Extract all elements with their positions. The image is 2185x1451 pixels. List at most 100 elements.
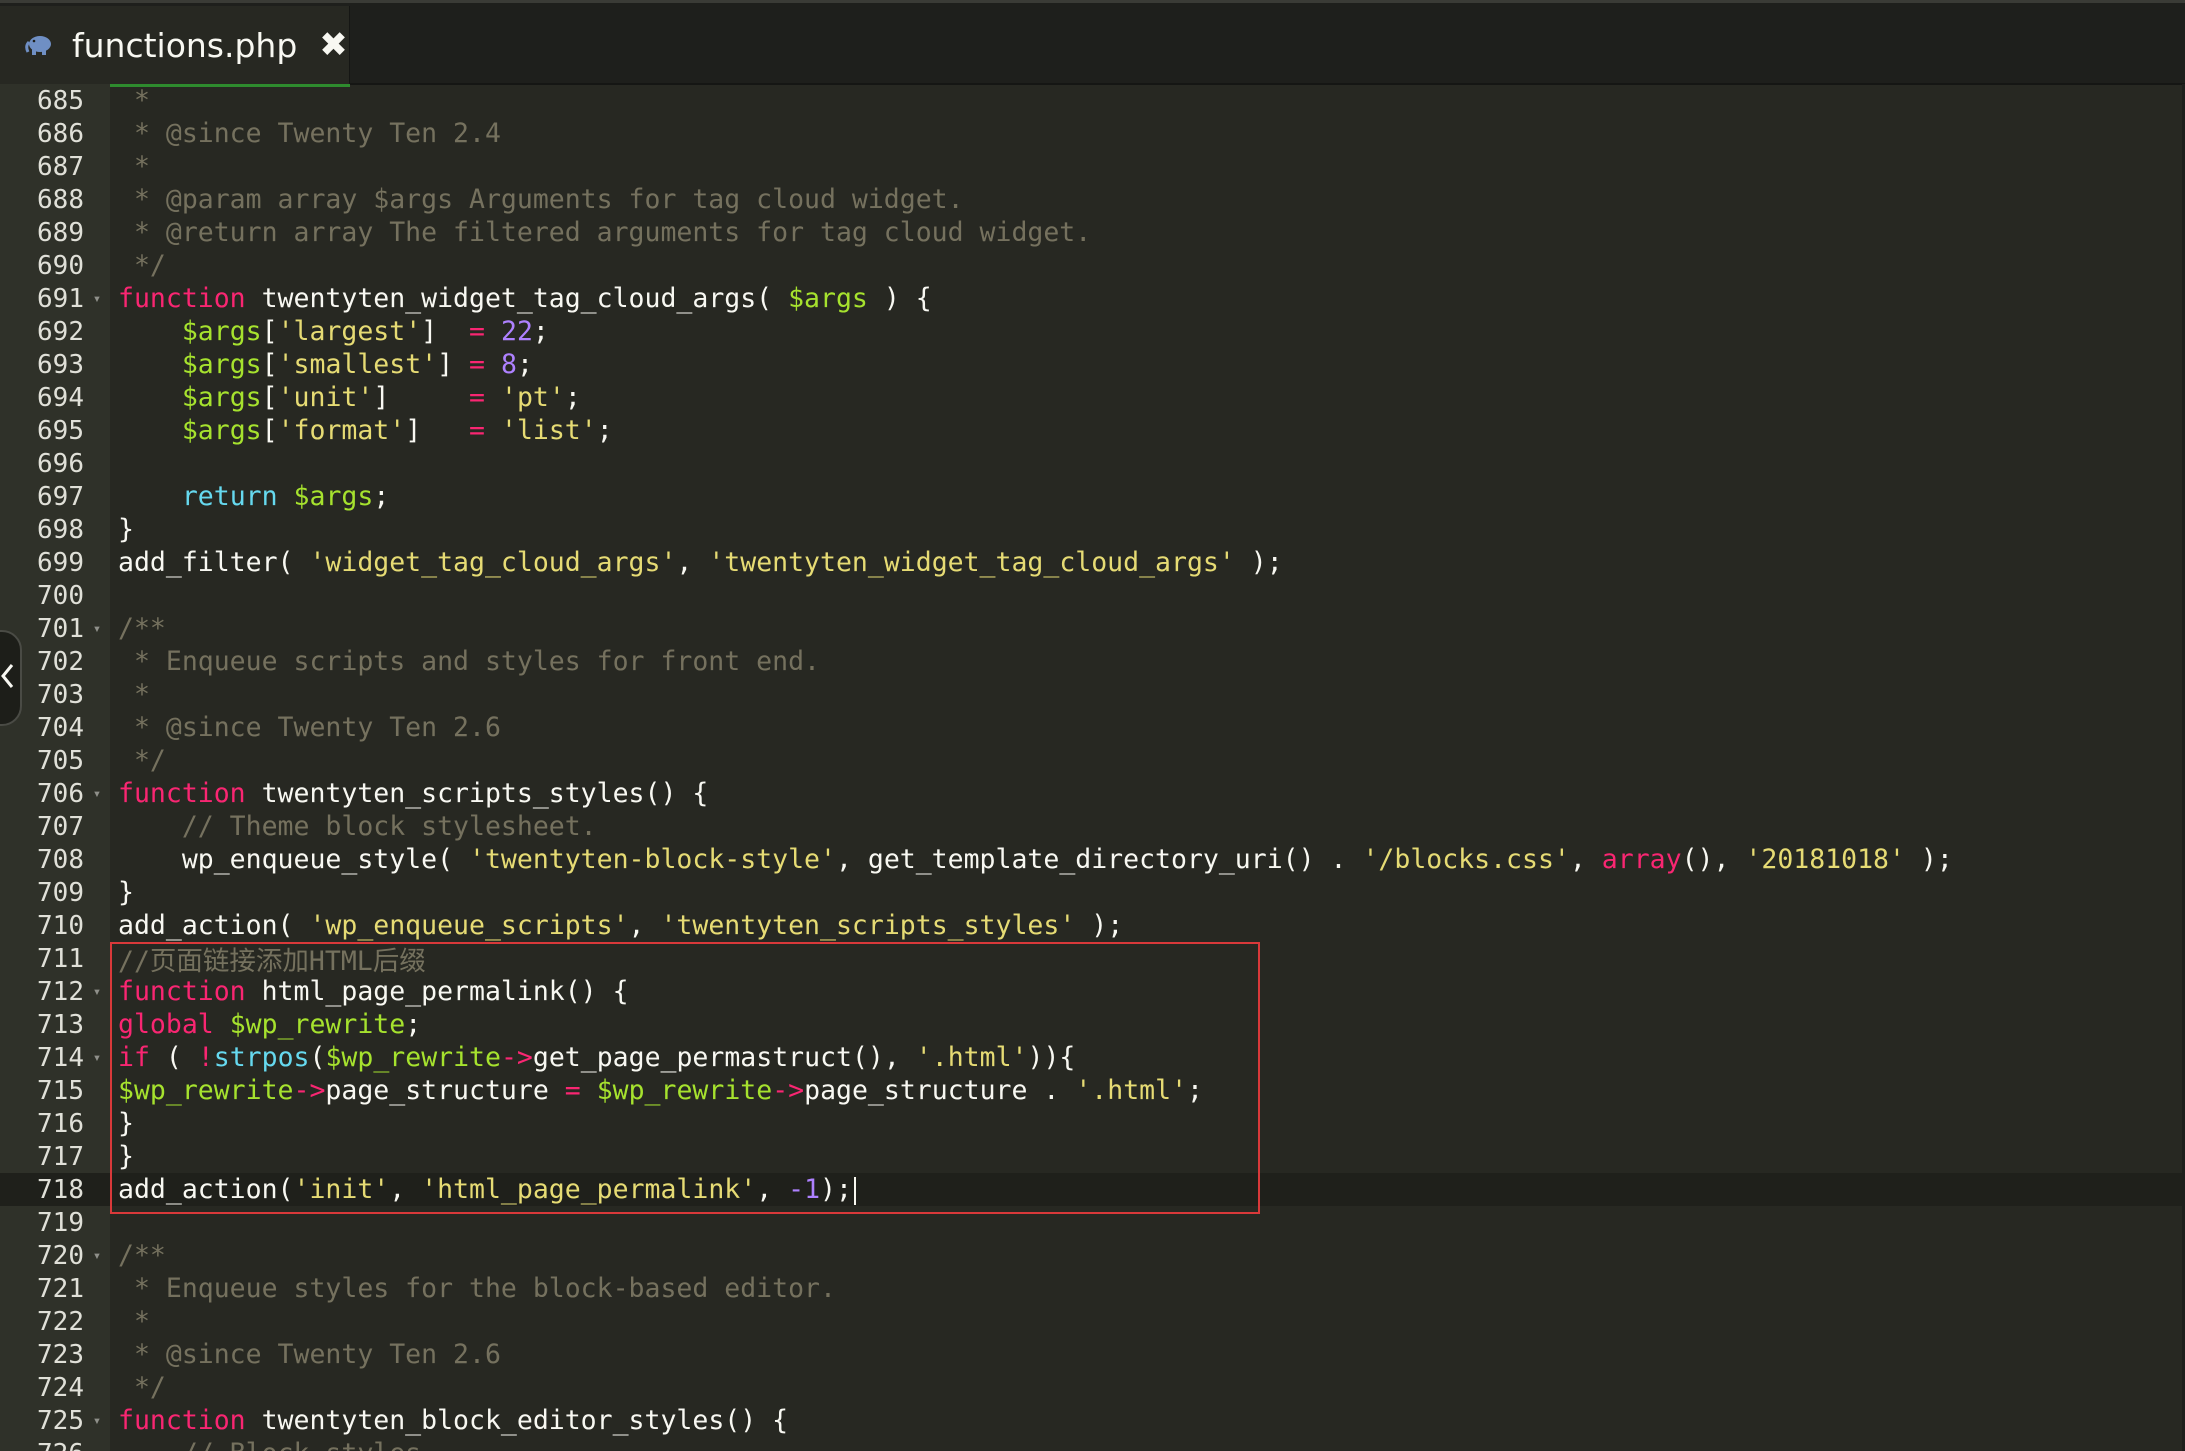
code-token: (), (1681, 844, 1746, 875)
code-line[interactable]: 726 // Block styles. (0, 1437, 2185, 1451)
line-number: 705 (37, 745, 84, 776)
code-line[interactable]: 716} (0, 1107, 2185, 1140)
code-line[interactable]: 689 * @return array The filtered argumen… (0, 216, 2185, 249)
code-token: // Block styles. (118, 1438, 437, 1451)
code-token: twentyten_scripts_styles() { (245, 778, 709, 809)
code-line[interactable]: 686 * @since Twenty Ten 2.4 (0, 117, 2185, 150)
code-token: $wp_rewrite (596, 1075, 773, 1106)
code-line[interactable]: 718 add_action('init', 'html_page_permali… (0, 1173, 2185, 1206)
code-token: add_action( (118, 910, 310, 941)
code-line[interactable]: 705 */ (0, 744, 2185, 777)
fold-arrow-icon[interactable]: ▾ (84, 1413, 110, 1429)
line-code: //页面链接添加HTML后缀 (118, 939, 426, 978)
code-token: ; (564, 382, 581, 413)
code-token: } (118, 877, 134, 908)
code-token: add_action( (118, 1174, 294, 1205)
code-token: function (118, 283, 246, 314)
code-line[interactable]: 700 (0, 579, 2185, 612)
line-number: 687 (37, 151, 84, 182)
line-code: * (118, 679, 150, 710)
code-line[interactable]: 710 add_action( 'wp_enqueue_scripts', 'tw… (0, 909, 2185, 942)
code-line[interactable]: 701 ▾/** (0, 612, 2185, 645)
code-token: 'widget_tag_cloud_args' (309, 547, 677, 578)
fold-arrow-icon[interactable]: ▾ (84, 291, 110, 307)
code-line[interactable]: 690 */ (0, 249, 2185, 282)
code-line[interactable]: 709} (0, 876, 2185, 909)
code-line[interactable]: 706 ▾ function twentyten_scripts_styles() … (0, 777, 2185, 810)
fold-arrow-icon[interactable]: ▾ (84, 984, 110, 1000)
code-token: * (118, 151, 150, 182)
code-line[interactable]: 685 * (0, 84, 2185, 117)
code-lines: 685 * 686 * @since Twenty Ten 2.4 687 * 688… (0, 84, 2185, 1451)
code-token: * Enqueue scripts and styles for front e… (118, 646, 820, 677)
line-code: function twentyten_block_editor_styles()… (118, 1405, 788, 1436)
line-number: 719 (37, 1207, 84, 1238)
code-token: 'largest' (277, 316, 422, 347)
code-line[interactable]: 693 $args['smallest'] = 8; (0, 348, 2185, 381)
line-code: $args['format'] = 'list'; (118, 415, 613, 446)
code-editor[interactable]: 685 * 686 * @since Twenty Ten 2.4 687 * 688… (0, 84, 2185, 1451)
code-line[interactable]: 720 ▾ /** (0, 1239, 2185, 1272)
php-elephant-icon (24, 32, 56, 58)
code-line[interactable]: 708 wp_enqueue_style( 'twentyten-block-s… (0, 843, 2185, 876)
line-number: 723 (37, 1339, 84, 1370)
code-line[interactable]: 691 ▾ function twentyten_widget_tag_cloud_… (0, 282, 2185, 315)
code-line[interactable]: 717} (0, 1140, 2185, 1173)
code-token: ] (373, 382, 470, 413)
code-token: '20181018' (1745, 844, 1905, 875)
code-token: -> (293, 1075, 326, 1106)
code-token: ); (1075, 910, 1124, 941)
code-line[interactable]: 698} (0, 513, 2185, 546)
line-code: } (118, 1108, 134, 1139)
tab-bar: functions.php ✖ (0, 0, 2185, 87)
code-line[interactable]: 704 * @since Twenty Ten 2.6 (0, 711, 2185, 744)
code-token: * @since Twenty Ten 2.4 (118, 118, 501, 149)
fold-arrow-icon[interactable]: ▾ (84, 621, 110, 637)
line-code: } (118, 877, 134, 908)
close-icon[interactable]: ✖ (319, 28, 348, 62)
code-token: $wp_rewrite (325, 1042, 501, 1073)
code-line[interactable]: 703 * (0, 678, 2185, 711)
code-line[interactable]: 695 $args['format'] = 'list'; (0, 414, 2185, 447)
chevron-left-icon (0, 663, 14, 693)
code-line[interactable]: 697 return $args; (0, 480, 2185, 513)
code-token: ; (596, 415, 613, 446)
line-number: 706 (37, 778, 84, 809)
code-line[interactable]: 707 // Theme block stylesheet. (0, 810, 2185, 843)
code-token: * @since Twenty Ten 2.6 (118, 712, 501, 743)
code-line[interactable]: 694 $args['unit'] = 'pt'; (0, 381, 2185, 414)
fold-arrow-icon[interactable]: ▾ (84, 1248, 110, 1264)
tab-functions-php[interactable]: functions.php ✖ (0, 6, 350, 87)
code-token: 'twentyten-block-style' (469, 844, 836, 875)
code-line[interactable]: 725 ▾ function twentyten_block_editor_styl… (0, 1404, 2185, 1437)
code-line[interactable]: 722 * (0, 1305, 2185, 1338)
code-token: 'html_page_permalink' (421, 1174, 757, 1205)
code-line[interactable]: 696 (0, 447, 2185, 480)
code-line[interactable]: 692 $args['largest'] = 22; (0, 315, 2185, 348)
code-line[interactable]: 711 //页面链接添加HTML后缀 (0, 939, 2185, 978)
code-line[interactable]: 712 ▾ function html_page_permalink() { (0, 975, 2185, 1008)
code-line[interactable]: 687 * (0, 150, 2185, 183)
code-line[interactable]: 713 global $wp_rewrite; (0, 1008, 2185, 1041)
line-number: 718 (37, 1174, 84, 1205)
code-line[interactable]: 699 add_filter( 'widget_tag_cloud_args', … (0, 546, 2185, 579)
code-line[interactable]: 714 ▾ if ( !strpos($wp_rewrite->get_page_p… (0, 1041, 2185, 1074)
fold-arrow-icon[interactable]: ▾ (84, 1050, 110, 1066)
code-line[interactable]: 719 (0, 1206, 2185, 1239)
code-line[interactable]: 721 * Enqueue styles for the block-based… (0, 1272, 2185, 1305)
code-token: 'pt' (500, 382, 565, 413)
code-token: [ (261, 415, 278, 446)
code-token: ; (532, 316, 549, 347)
code-line[interactable]: 724 */ (0, 1371, 2185, 1404)
code-line[interactable]: 723 * @since Twenty Ten 2.6 (0, 1338, 2185, 1371)
code-line[interactable]: 688 * @param array $args Arguments for t… (0, 183, 2185, 216)
code-token: ; (405, 1009, 422, 1040)
code-line[interactable]: 715 $wp_rewrite->page_structure = $wp_rew… (0, 1074, 2185, 1107)
sidebar-toggle-handle[interactable] (0, 630, 22, 726)
code-token: // Theme block stylesheet. (118, 811, 597, 842)
fold-arrow-icon[interactable]: ▾ (84, 786, 110, 802)
code-token: ; (373, 481, 390, 512)
code-line[interactable]: 702 * Enqueue scripts and styles for fro… (0, 645, 2185, 678)
